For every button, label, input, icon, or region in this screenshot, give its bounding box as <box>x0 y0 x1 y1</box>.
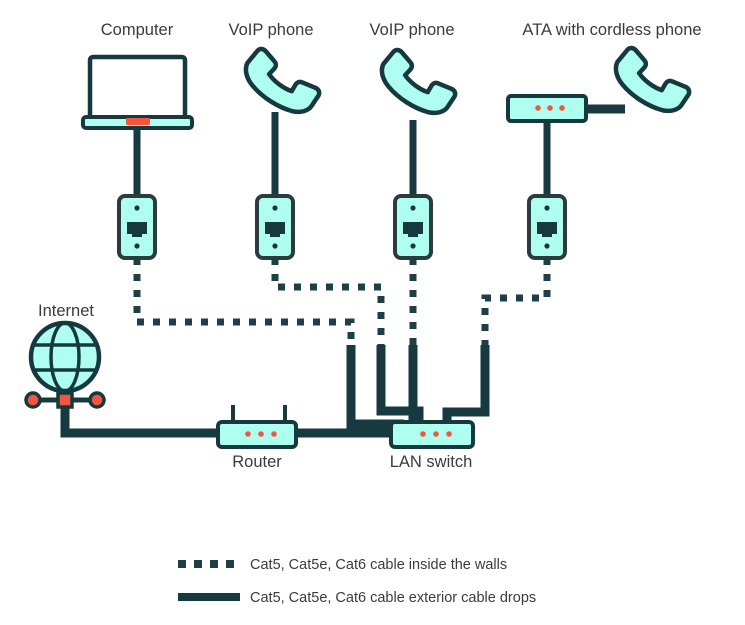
label-lan-switch: LAN switch <box>390 453 473 471</box>
network-diagram: Computer VoIP phone VoIP phone ATA with … <box>0 0 745 625</box>
switch-led-3 <box>446 431 452 437</box>
ata-adapter-icon <box>506 94 588 123</box>
wall-jack-ata <box>527 194 567 260</box>
ata-led-3 <box>559 105 565 111</box>
in-wall-cable-group <box>133 258 551 352</box>
cable-computer-to-switch <box>133 258 355 352</box>
cable-ata-to-switch <box>481 258 551 352</box>
exterior-cable-group <box>60 345 490 438</box>
legend: Cat5, Cat5e, Cat6 cable inside the walls… <box>178 557 536 606</box>
ata-led-1 <box>535 105 541 111</box>
legend-row-dashed: Cat5, Cat5e, Cat6 cable inside the walls <box>178 557 507 573</box>
device-stem-group <box>133 112 551 196</box>
drop-ata <box>442 345 490 425</box>
ata-led-2 <box>547 105 553 111</box>
label-router: Router <box>232 453 282 471</box>
wall-jack-computer <box>117 194 157 260</box>
router-icon <box>216 405 298 449</box>
wall-jack-voip-2 <box>393 194 433 260</box>
legend-row-solid: Cat5, Cat5e, Cat6 cable exterior cable d… <box>178 590 536 606</box>
switch-led-1 <box>420 431 426 437</box>
link-internet-router <box>60 405 221 438</box>
label-computer: Computer <box>101 21 174 39</box>
label-ata: ATA with cordless phone <box>522 21 701 39</box>
diagram-canvas: Computer VoIP phone VoIP phone ATA with … <box>24 21 702 606</box>
internet-node-right <box>88 391 106 409</box>
label-voip-phone-2: VoIP phone <box>369 21 454 39</box>
cable-voip1-to-switch <box>271 258 385 352</box>
voip-phone-2-icon <box>379 43 457 120</box>
label-internet: Internet <box>38 302 94 320</box>
label-voip-phone-1: VoIP phone <box>228 21 313 39</box>
router-led-1 <box>245 431 251 437</box>
laptop-icon <box>81 54 194 130</box>
router-led-2 <box>258 431 264 437</box>
laptop-trackpad-accent <box>126 118 150 125</box>
lan-switch-icon <box>389 420 475 449</box>
internet-node-center <box>56 391 74 409</box>
legend-label-solid: Cat5, Cat5e, Cat6 cable exterior cable d… <box>250 590 536 606</box>
internet-node-left <box>24 391 42 409</box>
ata-group <box>506 41 691 123</box>
wall-jack-voip-1 <box>255 194 295 260</box>
switch-led-2 <box>433 431 439 437</box>
router-led-3 <box>271 431 277 437</box>
voip-phone-1-icon <box>243 42 321 119</box>
legend-label-dashed: Cat5, Cat5e, Cat6 cable inside the walls <box>250 557 507 573</box>
internet-globe-icon <box>24 320 106 409</box>
